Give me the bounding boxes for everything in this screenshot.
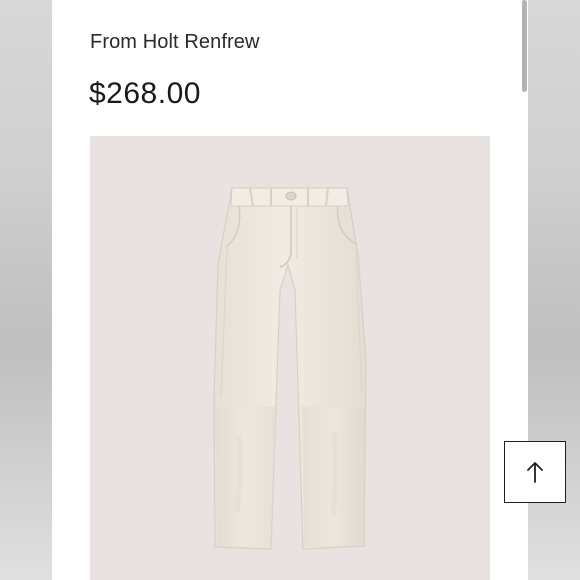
- product-price: $268.00: [89, 77, 201, 110]
- product-page: From Holt Renfrew $268.00: [52, 0, 566, 580]
- scroll-to-top-button[interactable]: [504, 441, 566, 503]
- product-image[interactable]: [90, 136, 490, 580]
- brand-line: From Holt Renfrew: [90, 31, 260, 53]
- vertical-scrollbar[interactable]: [522, 0, 527, 92]
- left-blurred-edge: [0, 0, 52, 580]
- screenshot-frame: From Holt Renfrew $268.00: [0, 0, 580, 580]
- arrow-up-icon: [527, 462, 543, 483]
- pants-image-icon: [213, 187, 367, 550]
